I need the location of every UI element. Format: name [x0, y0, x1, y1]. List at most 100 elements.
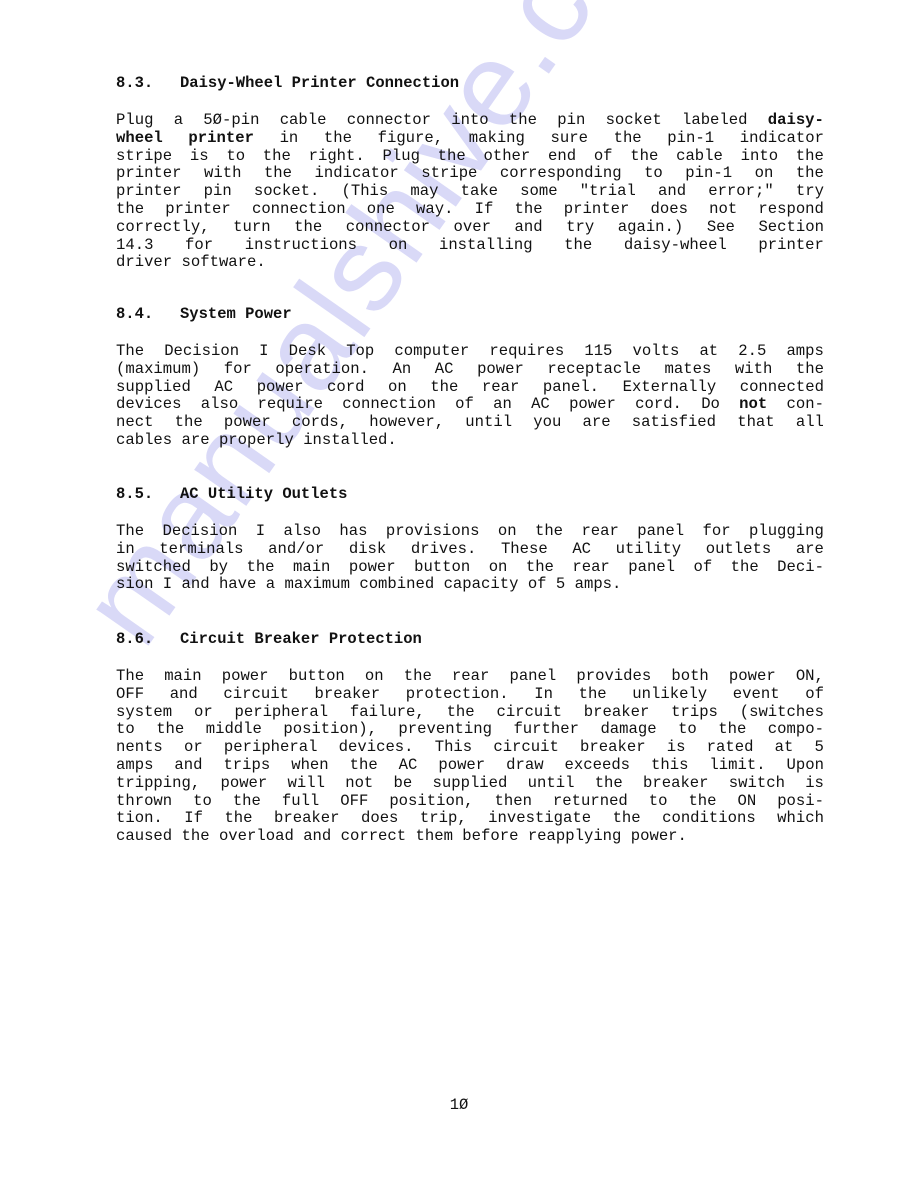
word: sion [116, 575, 154, 594]
word: caused [116, 827, 173, 846]
word: socket [605, 111, 662, 129]
word: printer [116, 164, 182, 183]
section-system-power: 8.4. System Power The Decision I Desk Top comp… [116, 305, 824, 450]
word: rated [706, 738, 754, 757]
word: end [548, 146, 577, 165]
word: the [688, 791, 717, 810]
word: correctly, [116, 217, 210, 236]
word: provides [576, 667, 652, 685]
word: button [414, 557, 471, 576]
word: the [349, 755, 378, 774]
word: is [805, 773, 824, 792]
word: the [795, 146, 824, 165]
word: system [116, 702, 173, 721]
word: panel. [542, 377, 600, 396]
word: stripe [116, 146, 173, 165]
word: nect [116, 413, 154, 432]
word: this [651, 755, 689, 774]
word: not [709, 199, 738, 218]
word: cords, [291, 413, 349, 432]
word: the [795, 359, 824, 378]
word: printer [563, 199, 630, 218]
word: overload [218, 827, 294, 846]
word: Deci- [777, 557, 824, 576]
word: panel [637, 522, 685, 540]
text-line: The Decision Ialso has provisions on the rear pa… [116, 522, 824, 541]
text-line: in terminals and/or disk drives. These AC utili… [116, 539, 824, 559]
word: (This [341, 182, 389, 201]
word: which [777, 809, 824, 828]
word: OFF [116, 684, 145, 703]
text-line: tripping, power will not be supplied until the b… [116, 773, 824, 793]
word: or [193, 702, 213, 721]
word: in [279, 128, 299, 147]
word: the [795, 164, 824, 183]
word: to [678, 720, 697, 739]
word: cord. [635, 395, 682, 414]
text-line: (maximum) for operation. An AC power receptacl… [116, 359, 824, 379]
text-line: stripe is to the right. Plug the other end of the c… [116, 146, 824, 166]
section-daisy-wheel-printer-connection: 8.3. Daisy-Wheel Printer Connection Plug a… [116, 74, 824, 272]
word: preventing [398, 720, 492, 739]
text-line: 14.3 for instructions on installing the daisy-… [116, 236, 824, 255]
word: the [232, 791, 261, 810]
word: Plug [116, 111, 154, 129]
word: reapplying [527, 827, 622, 846]
text-line: devices also require connection of an AC power c… [116, 395, 824, 414]
word: breaker [583, 702, 650, 721]
word: to [648, 791, 668, 810]
word: the [262, 146, 291, 165]
word: on [754, 164, 774, 183]
word: These [500, 539, 548, 558]
word: satisfied [631, 413, 717, 432]
word: before [462, 827, 519, 846]
word: exceeds [564, 755, 631, 774]
section-paragraph: The Decision I Desk Top computer requires 115 vo… [116, 342, 824, 450]
text-line: the printer connection one way. If the printer d… [116, 199, 824, 219]
word: the [446, 702, 475, 721]
word: power. [630, 827, 687, 846]
word: breaker [643, 773, 709, 792]
word: peripheral [223, 738, 318, 757]
word: panel [628, 557, 676, 576]
word: The [116, 342, 145, 360]
word: computer [394, 342, 470, 360]
word: See [706, 217, 735, 236]
word: connected [739, 377, 824, 396]
word: also [200, 395, 239, 414]
word: power [221, 667, 269, 685]
word: I [162, 575, 173, 594]
word: the [612, 809, 641, 828]
word: the [630, 146, 659, 165]
word: main [164, 667, 202, 685]
word: trip, [419, 809, 467, 828]
word: power [348, 557, 396, 576]
word: try [795, 182, 824, 201]
word: connector [345, 217, 430, 236]
word: draw [506, 755, 544, 774]
word: the [730, 557, 759, 576]
word: further [513, 720, 579, 739]
word: breaker [274, 809, 340, 828]
word: the [430, 377, 459, 396]
word: event [732, 684, 780, 703]
word: supplied [432, 773, 508, 792]
word: the [156, 720, 185, 739]
text-line: supplied AC power cord on the rear panel. Extern… [116, 377, 824, 397]
text-line: tion. If the breaker does trip, investigate the… [116, 810, 824, 828]
word: pin [557, 111, 586, 129]
word: until [465, 413, 513, 432]
word: Top [346, 342, 375, 360]
word: the [246, 557, 275, 576]
word: investigate [488, 809, 592, 828]
text-line: The main power button on the rear panel provides… [116, 667, 824, 686]
text-line: printer pin socket. (This may take some "trial a… [116, 182, 824, 201]
word: Plug [382, 146, 420, 165]
word: cable [279, 111, 327, 129]
word: require [257, 395, 323, 414]
section-heading: 8.6. Circuit Breaker Protection [116, 630, 824, 648]
word: not [345, 773, 374, 792]
word: the [116, 199, 145, 218]
text-line: The Decision I Desk Top computer requires 115 vo… [116, 342, 824, 361]
word: plugging [748, 522, 824, 540]
